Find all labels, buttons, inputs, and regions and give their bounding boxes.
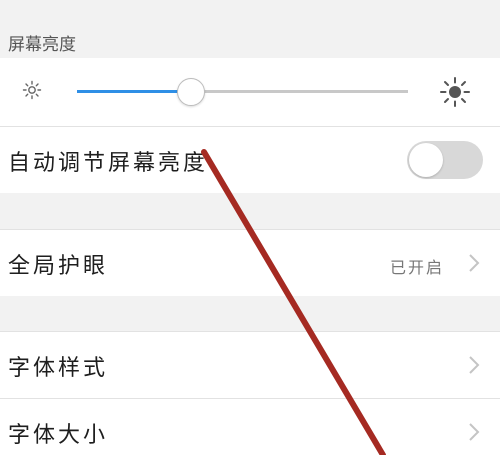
font-size-row[interactable]: 字体大小 [0, 398, 500, 456]
eye-protection-row[interactable]: 全局护眼 已开启 [0, 229, 500, 296]
chevron-right-icon [469, 254, 480, 272]
brightness-slider-fill [77, 90, 190, 93]
brightness-slider-thumb[interactable] [176, 78, 205, 106]
font-style-label: 字体样式 [8, 356, 109, 381]
eye-protection-label: 全局护眼 [8, 254, 109, 279]
auto-brightness-toggle[interactable] [407, 141, 483, 179]
brightness-section-title: 屏幕亮度 [8, 35, 76, 55]
eye-protection-status: 已开启 [389, 258, 444, 277]
brightness-section-header: 屏幕亮度 [0, 0, 500, 58]
toggle-knob [409, 143, 443, 177]
sun-large-icon [440, 77, 470, 107]
auto-brightness-label: 自动调节屏幕亮度 [8, 151, 209, 176]
brightness-slider-row [0, 58, 500, 126]
font-style-row[interactable]: 字体样式 [0, 331, 500, 398]
font-size-label: 字体大小 [8, 423, 109, 448]
brightness-slider-track[interactable] [77, 90, 408, 93]
sun-small-icon [22, 80, 42, 100]
chevron-right-icon [469, 423, 480, 441]
section-gap [0, 193, 500, 229]
auto-brightness-row[interactable]: 自动调节屏幕亮度 [0, 126, 500, 193]
section-gap [0, 296, 500, 331]
chevron-right-icon [469, 356, 480, 374]
